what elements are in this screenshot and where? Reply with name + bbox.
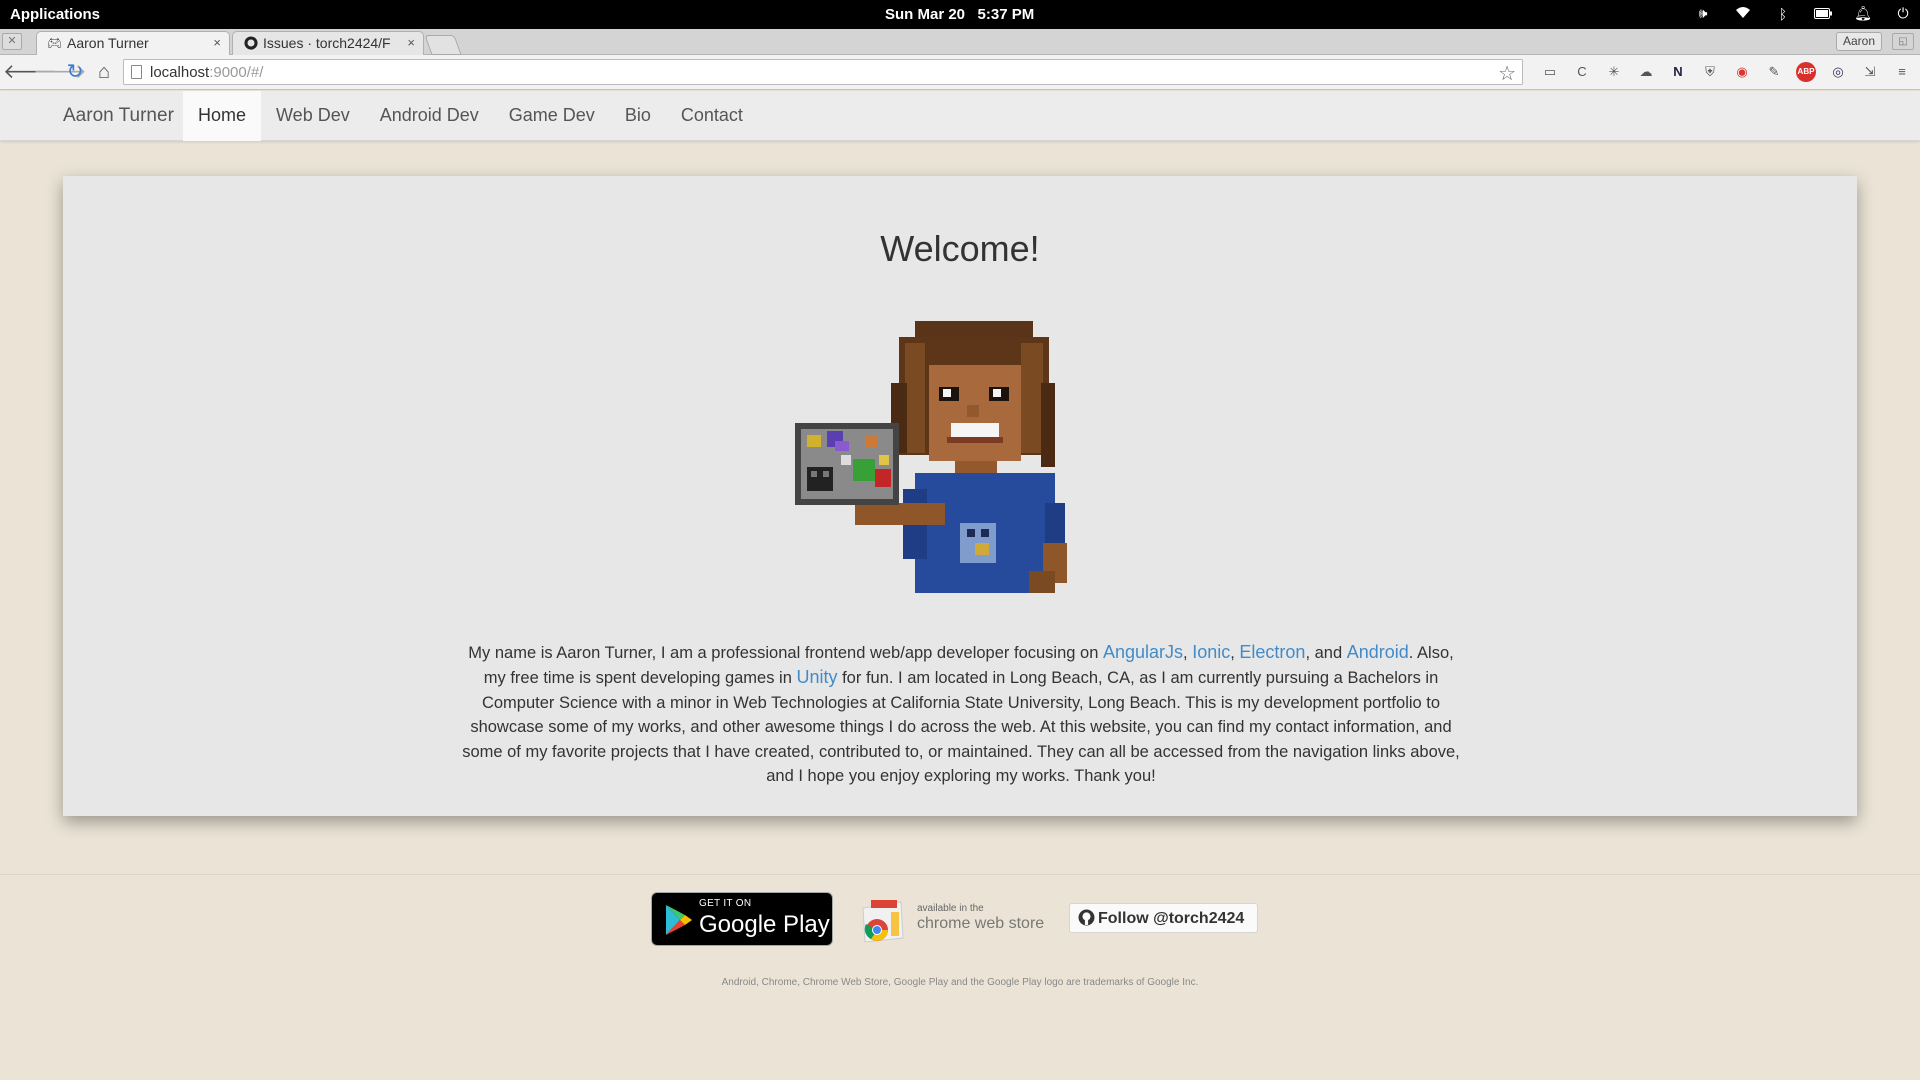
chrome-ext-icon[interactable]: ◉ [1730, 61, 1754, 83]
clock-time: 5:37 PM [977, 6, 1035, 23]
bluetooth-icon[interactable]: ᛒ [1772, 6, 1794, 22]
nav-game-dev[interactable]: Game Dev [494, 91, 610, 141]
unity-link[interactable]: Unity [797, 667, 838, 687]
adblock-icon[interactable]: ABP [1796, 62, 1816, 82]
follow-label: Follow @torch2424 [1098, 910, 1245, 927]
footer-divider [0, 874, 1920, 875]
nav-links: Home Web Dev Android Dev Game Dev Bio Co… [183, 91, 758, 141]
eyedropper-icon[interactable]: ✎ [1762, 61, 1786, 83]
intro-text: , and [1305, 644, 1347, 662]
reload-ext-icon[interactable]: C [1570, 61, 1594, 83]
browser-toolbar: 🡐 🡒 ↻ ⌂ localhost:9000/#/ ☆ ▭ C ✳ ☁ N ⛨ … [0, 55, 1920, 90]
intro-text: , [1183, 644, 1193, 662]
intro-paragraph: My name is Aaron Turner, I am a professi… [461, 640, 1461, 788]
back-icon[interactable]: 🡐 [3, 60, 57, 84]
clock[interactable]: Sun Mar 20 5:37 PM [885, 6, 1034, 23]
github-icon [1078, 909, 1095, 926]
cws-big-text: chrome web store [917, 915, 1045, 932]
github-icon [243, 36, 258, 51]
trademark-notice: Android, Chrome, Chrome Web Store, Googl… [721, 977, 1199, 988]
site-favicon-icon: 🎮︎ [47, 36, 63, 50]
pixel-avatar-image [795, 321, 1067, 593]
extension-icons: ▭ C ✳ ☁ N ⛨ ◉ ✎ ABP ◎ ⇲ ≡ [1538, 61, 1914, 83]
ext-icon[interactable]: ◎ [1826, 61, 1850, 83]
notion-icon[interactable]: N [1666, 61, 1690, 83]
nav-web-dev[interactable]: Web Dev [261, 91, 365, 141]
site-brand[interactable]: Aaron Turner [63, 105, 174, 127]
url-host: localhost [150, 64, 210, 81]
page-icon [131, 65, 142, 79]
google-play-icon [666, 905, 692, 935]
welcome-title: Welcome! [880, 228, 1040, 269]
clock-date: Sun Mar 20 [885, 6, 966, 23]
applications-menu[interactable]: Applications [10, 6, 100, 23]
intro-text: , [1230, 644, 1240, 662]
ext-icon[interactable]: ⇲ [1858, 61, 1882, 83]
google-play-badge[interactable]: GET IT ON Google Play [651, 892, 833, 946]
github-follow-button[interactable]: Follow @torch2424 [1069, 903, 1258, 933]
wifi-icon[interactable] [1732, 6, 1754, 22]
shield-icon[interactable]: ⛨ [1698, 61, 1722, 83]
welcome-card: Welcome! My name is Aaron Turner, I am a… [63, 176, 1857, 816]
electron-link[interactable]: Electron [1239, 642, 1305, 662]
tab-aaron-turner[interactable]: 🎮︎ Aaron Turner × [36, 31, 230, 55]
system-top-bar: Applications Sun Mar 20 5:37 PM 🕪 ᛒ 🔔︎ ⏻ [0, 0, 1920, 29]
gplay-big-text: Google Play [699, 911, 830, 938]
ext-icon[interactable]: ☁ [1634, 61, 1658, 83]
site-navbar: Aaron Turner Home Web Dev Android Dev Ga… [0, 91, 1920, 141]
menu-icon[interactable]: ≡ [1890, 61, 1914, 83]
profile-button[interactable]: Aaron [1835, 32, 1882, 51]
tab-close-icon[interactable]: × [407, 35, 415, 50]
chrome-web-store-badge[interactable]: available in the chrome web store [857, 890, 1047, 948]
forward-icon[interactable]: 🡒 [33, 60, 87, 84]
tab-title: Aaron Turner [67, 35, 149, 51]
nav-android-dev[interactable]: Android Dev [365, 91, 494, 141]
tab-title: Issues · torch2424/F [263, 35, 391, 51]
cast-icon[interactable]: ▭ [1538, 61, 1562, 83]
power-icon[interactable]: ⏻ [1892, 5, 1914, 22]
nav-bio[interactable]: Bio [610, 91, 666, 141]
address-bar[interactable]: localhost:9000/#/ ☆ [123, 59, 1523, 85]
angularjs-link[interactable]: AngularJs [1103, 642, 1183, 662]
battery-icon[interactable] [1812, 6, 1834, 22]
ionic-link[interactable]: Ionic [1192, 642, 1230, 662]
android-link[interactable]: Android [1347, 642, 1409, 662]
ext-icon[interactable]: ✳ [1602, 61, 1626, 83]
nav-home[interactable]: Home [183, 91, 262, 141]
tab-github-issues[interactable]: Issues · torch2424/F × [232, 31, 424, 55]
volume-icon[interactable]: 🕪 [1692, 5, 1714, 22]
url-path: :9000/#/ [209, 64, 264, 81]
system-tray[interactable]: 🕪 ᛒ 🔔︎ ⏻ [1692, 5, 1914, 22]
home-icon[interactable]: ⌂ [91, 60, 117, 84]
chrome-web-store-icon [862, 900, 904, 943]
window-restore-icon[interactable]: ◱ [1892, 33, 1914, 50]
cws-small-text: available in the [917, 903, 984, 914]
reload-icon[interactable]: ↻ [62, 60, 88, 84]
window-close-icon[interactable]: ✕ [2, 33, 22, 50]
gplay-small-text: GET IT ON [699, 898, 752, 909]
intro-text: My name is Aaron Turner, I am a professi… [468, 644, 1103, 662]
tab-strip: ✕ 🎮︎ Aaron Turner × Issues · torch2424/F… [0, 29, 1920, 55]
nav-contact[interactable]: Contact [666, 91, 758, 141]
tab-close-icon[interactable]: × [213, 35, 221, 50]
new-tab-button[interactable] [424, 35, 462, 55]
bookmark-star-icon[interactable]: ☆ [1498, 61, 1516, 86]
bell-icon[interactable]: 🔔︎ [1852, 5, 1874, 22]
